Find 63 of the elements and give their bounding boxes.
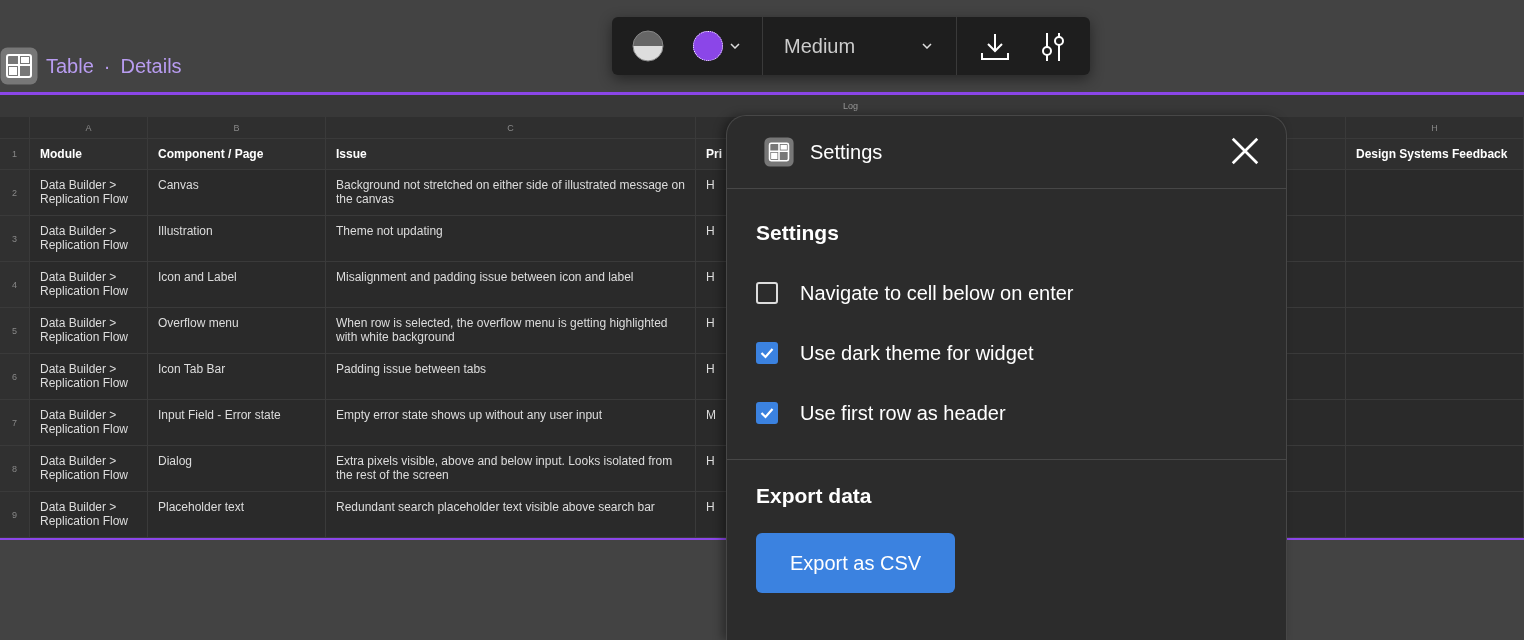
table-cell: Data Builder > Replication Flow <box>30 262 148 308</box>
row-number: 7 <box>0 400 30 446</box>
table-cell: Data Builder > Replication Flow <box>30 170 148 216</box>
row-number: 9 <box>0 492 30 538</box>
column-header: Issue <box>326 139 696 170</box>
table-cell: Data Builder > Replication Flow <box>30 308 148 354</box>
row-number: 4 <box>0 262 30 308</box>
table-caption: Log <box>843 101 859 111</box>
row-number: 5 <box>0 308 30 354</box>
table-cell: Placeholder text <box>148 492 326 538</box>
table-cell: Overflow menu <box>148 308 326 354</box>
title-separator: · <box>103 54 111 78</box>
row-number: 1 <box>0 139 30 170</box>
column-header: Component / Page <box>148 139 326 170</box>
table-cell: Illustration <box>148 216 326 262</box>
table-cell: Icon Tab Bar <box>148 354 326 400</box>
row-number: 8 <box>0 446 30 492</box>
download-icon <box>980 31 1010 61</box>
column-letter: B <box>148 117 326 139</box>
table-icon <box>0 47 38 85</box>
export-button[interactable]: Export as CSV <box>756 533 956 593</box>
table-cell: Theme not updating <box>326 216 696 262</box>
column-letter: C <box>326 117 696 139</box>
table-cell: Canvas <box>148 170 326 216</box>
table-cell: When row is selected, the overflow menu is getting highlighted with white background <box>326 308 696 354</box>
table-icon <box>764 137 794 167</box>
table-cell: Data Builder > Replication Flow <box>30 354 148 400</box>
caret-icon <box>730 43 740 49</box>
table-cell: Redundant search placeholder text visible above search bar <box>326 492 696 538</box>
table-cell: Background not stretched on either side of illustrated message on the canvas <box>326 170 696 216</box>
sheet-title: Table <box>46 54 94 78</box>
row-number: 3 <box>0 216 30 262</box>
table-cell: Padding issue between tabs <box>326 354 696 400</box>
close-icon <box>1230 135 1260 166</box>
check-icon <box>760 407 774 419</box>
color-picker[interactable] <box>693 31 740 61</box>
table-cell: Dialog <box>148 446 326 492</box>
table-cell: Icon and Label <box>148 262 326 308</box>
table-cell: Extra pixels visible, above and below input. Looks isolated from the rest of the screen <box>326 446 696 492</box>
column-letter: H <box>1346 117 1524 139</box>
sheet-subtitle: Details <box>120 54 182 78</box>
caret-icon <box>922 43 932 49</box>
table-cell: Data Builder > Replication Flow <box>30 492 148 538</box>
sliders-icon <box>1040 31 1066 61</box>
check-icon <box>760 347 774 359</box>
settings-button[interactable] <box>1040 31 1066 61</box>
table-cell: Input Field - Error state <box>148 400 326 446</box>
table-cell: Empty error state shows up without any user input <box>326 400 696 446</box>
column-header: Module <box>30 139 148 170</box>
checkbox[interactable] <box>756 402 778 424</box>
half-circle-icon <box>632 30 664 62</box>
theme-toggle[interactable] <box>632 30 664 62</box>
column-letter: A <box>30 117 148 139</box>
row-number: 6 <box>0 354 30 400</box>
download-button[interactable] <box>980 31 1010 61</box>
column-header: Design Systems Feedback <box>1346 139 1524 170</box>
table-cell: Data Builder > Replication Flow <box>30 216 148 262</box>
checkbox[interactable] <box>756 282 778 304</box>
table-cell: Misalignment and padding issue between icon and label <box>326 262 696 308</box>
checkbox[interactable] <box>756 342 778 364</box>
row-number: 2 <box>0 170 30 216</box>
table-cell: Data Builder > Replication Flow <box>30 446 148 492</box>
table-cell: Data Builder > Replication Flow <box>30 400 148 446</box>
